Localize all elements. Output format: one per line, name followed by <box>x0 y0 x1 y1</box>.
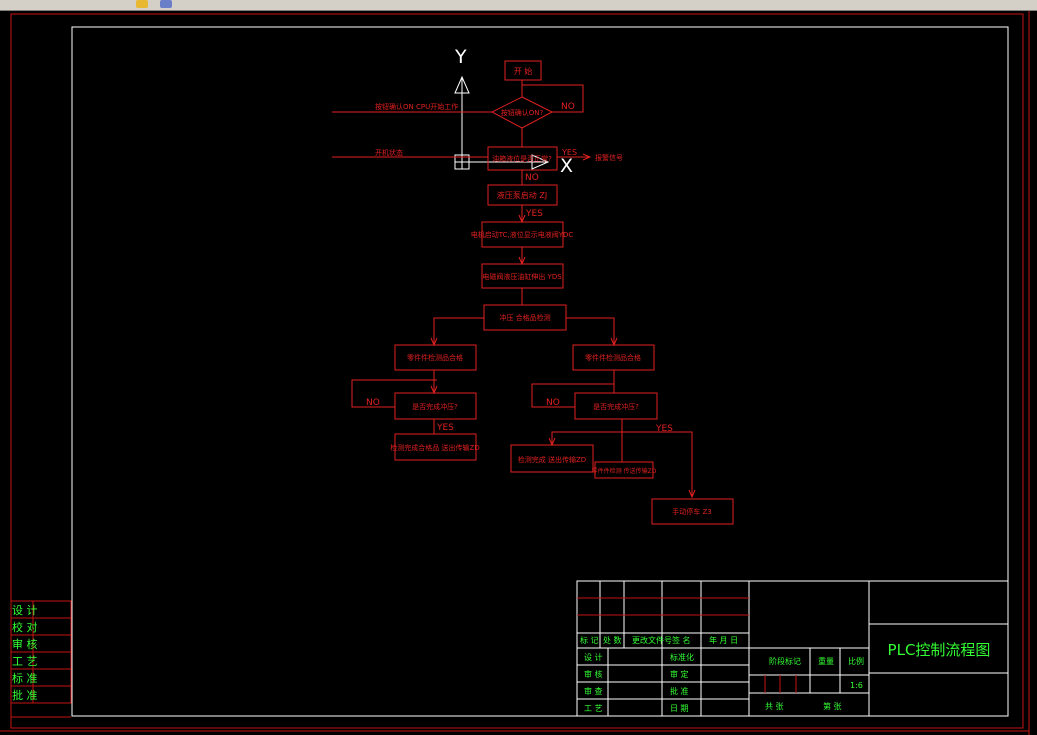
flow-right-branch-text: 零件件检测品合格 <box>585 353 641 362</box>
flow-right-no: NO <box>546 398 560 408</box>
drawing-title: PLC控制流程图 <box>888 641 991 659</box>
title-mid-label: 审 定 <box>670 669 689 679</box>
title-header: 签 名 <box>672 635 691 645</box>
title-mid-label: 标准化 <box>670 652 694 662</box>
stage-label: 阶段标记 <box>769 656 801 666</box>
title-header: 标 记 <box>580 635 599 645</box>
flow-step-4-text: 冲压 合格品检测 <box>499 313 550 322</box>
weight-label: 重量 <box>818 656 834 666</box>
flow-step-1-yes: YES <box>525 209 543 219</box>
flow-left-result-text: 检测完成合格品 送出传输ZD <box>390 443 479 452</box>
flow-right-yes: YES <box>655 424 673 434</box>
title-block: 标 记 处 数 更改文件号 签 名 年 月 日 设 计 审 核 审 查 工 艺 … <box>576 580 1009 717</box>
flow-alarm-text: 报警信号 <box>595 153 623 162</box>
cad-drawing: Y X 开 始 按钮确认ON? NO 按钮确认ON CPU开始工作 开机状态 油… <box>0 11 1030 735</box>
sheet-border <box>71 26 1009 717</box>
left-panel-row: 设 计 <box>12 604 38 617</box>
flow-start-text: 开 始 <box>514 66 533 76</box>
flow-left-yes: YES <box>436 423 454 433</box>
flow-input-1: 按钮确认ON CPU开始工作 <box>375 102 458 111</box>
ucs-x-label: X <box>560 155 573 177</box>
title-left-label: 审 核 <box>584 669 603 679</box>
flow-decision-1-text: 按钮确认ON? <box>501 108 544 117</box>
flow-input-2: 开机状态 <box>375 148 403 157</box>
flow-right-decision-text: 是否完成冲压? <box>593 402 639 411</box>
flow-step-3-text: 电磁阀液压油缸伸出 YDS <box>482 272 562 281</box>
left-panel-row: 校 对 <box>12 620 38 634</box>
sheet-total: 共 张 <box>765 702 784 711</box>
title-left-label: 工 艺 <box>584 704 603 713</box>
flow-step-1-text: 液压泵启动 ZJ <box>497 190 547 200</box>
flow-left-decision-text: 是否完成冲压? <box>412 402 458 411</box>
title-header: 年 月 日 <box>709 635 738 645</box>
ucs-y-label: Y <box>454 46 467 68</box>
flow-check-no: NO <box>525 173 539 183</box>
left-panel-row: 批 准 <box>12 688 38 702</box>
sheet-num: 第 张 <box>823 701 842 711</box>
left-panel: 设 计 校 对 审 核 工 艺 标 准 批 准 <box>10 600 72 718</box>
flow-right-result-2-text: 零件件检测 传送传输ZD <box>592 467 657 475</box>
flow-left-no: NO <box>366 398 380 408</box>
title-header: 更改文件号 <box>632 635 672 645</box>
flow-check-yes: YES <box>561 148 577 157</box>
toolbar-icon[interactable] <box>136 0 148 8</box>
title-left-label: 审 查 <box>584 686 603 696</box>
flowchart: 开 始 按钮确认ON? NO 按钮确认ON CPU开始工作 开机状态 油箱液位是… <box>332 60 734 525</box>
toolbar-strip <box>0 0 1037 11</box>
title-mid-label: 日 期 <box>670 704 689 713</box>
flow-right-result-3-text: 手动停车 Z3 <box>672 507 711 516</box>
scale-label: 比例 <box>848 656 864 666</box>
left-panel-row: 审 核 <box>12 637 38 651</box>
scale-value: 1:6 <box>850 681 863 690</box>
flow-step-2-text: 电机启动TC,液位显示电液阀YDC <box>471 230 574 239</box>
toolbar-icon[interactable] <box>160 0 172 8</box>
left-panel-row: 工 艺 <box>12 655 38 668</box>
outer-frame <box>10 13 1024 729</box>
left-panel-row: 标 准 <box>12 671 38 685</box>
title-left-label: 设 计 <box>584 652 603 662</box>
flow-check-text: 油箱液位是否正常? <box>492 154 552 163</box>
title-mid-label: 批 准 <box>670 686 689 696</box>
flow-right-result-1-text: 检测完成 送出传输ZD <box>518 455 586 464</box>
title-header: 处 数 <box>603 635 622 645</box>
flow-decision-1-no: NO <box>561 102 575 112</box>
flow-left-branch-text: 零件件检测品合格 <box>407 353 463 362</box>
